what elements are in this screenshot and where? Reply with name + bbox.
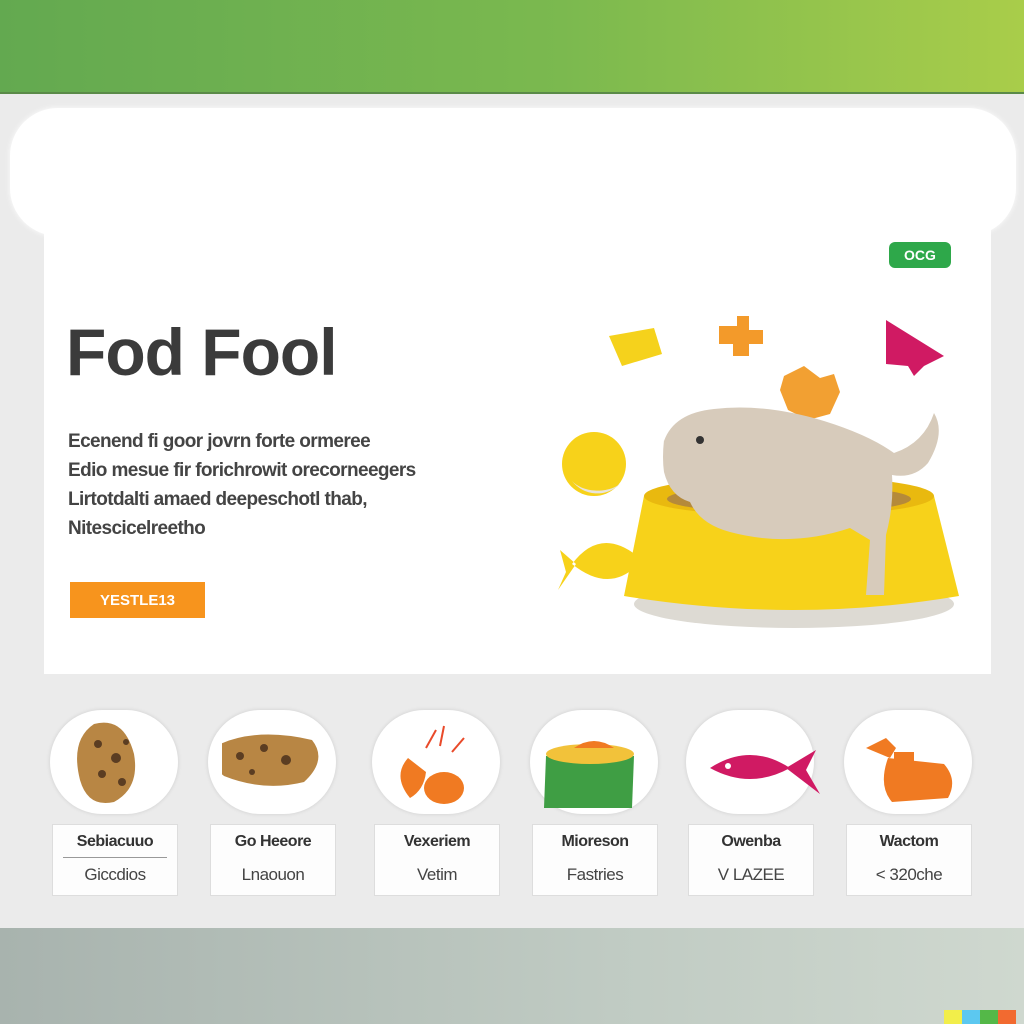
product-card[interactable]: Wactom < 320che	[844, 710, 994, 900]
product-price: Fastries	[566, 865, 624, 884]
ham-bit-icon	[886, 320, 944, 376]
product-card[interactable]: Mioreson Fastries	[530, 710, 680, 900]
product-card[interactable]: Vexeriem Vetim	[372, 710, 522, 900]
product-label: Go Heeore Lnaouon	[210, 824, 336, 896]
bowl-icon	[544, 741, 634, 808]
color-chip	[998, 1010, 1016, 1024]
color-chip	[962, 1010, 980, 1024]
color-chip	[980, 1010, 998, 1024]
product-name: Wactom	[879, 833, 939, 850]
product-price: V LAZEE	[717, 865, 785, 884]
product-label: Mioreson Fastries	[532, 824, 658, 896]
carrot-icon	[400, 725, 465, 804]
top-bar	[0, 0, 1024, 94]
footer-bar	[0, 928, 1024, 1024]
product-card[interactable]: Owenba V LAZEE	[686, 710, 836, 900]
product-plate	[372, 710, 500, 814]
product-price: Giccdios	[84, 865, 146, 884]
product-card[interactable]: Go Heeore Lnaouon	[208, 710, 358, 900]
product-plate	[686, 710, 820, 814]
hero-description-line: Ecenend fi goor jovrn forte ormeree	[68, 431, 371, 452]
product-card[interactable]: Sebiacuuo Giccdios	[50, 710, 200, 900]
product-price: Lnaouon	[241, 865, 305, 884]
hero-title: Fod Fool	[66, 315, 338, 389]
hero-badge[interactable]: OCG	[889, 242, 951, 268]
hero-description-line: Lirtotdalti amaed deepeschotl thab,	[68, 489, 367, 510]
product-price: < 320che	[875, 865, 943, 884]
product-plate	[208, 710, 336, 814]
cheese-bit-icon	[609, 328, 662, 366]
color-chip	[944, 1010, 962, 1024]
cookie-icon	[77, 722, 136, 804]
dog-eating-illustration	[558, 316, 959, 628]
product-plate	[530, 710, 658, 814]
cta-button[interactable]: YESTLE13	[70, 582, 205, 618]
product-plate	[50, 710, 178, 814]
hero-description-line: Nitescicelreetho	[68, 518, 206, 539]
kibble-bit-icon	[719, 316, 763, 356]
product-label: Wactom < 320che	[846, 824, 972, 896]
product-name: Vexeriem	[403, 833, 471, 850]
product-plate	[844, 710, 972, 814]
bone-icon	[866, 738, 953, 802]
product-row: Sebiacuuo Giccdios Go Heeore Lnaouon Vex…	[0, 700, 1024, 900]
divider	[63, 857, 167, 858]
bread-icon	[222, 734, 319, 786]
fish-icon	[710, 750, 820, 794]
product-name: Go Heeore	[234, 833, 312, 850]
product-label: Sebiacuuo Giccdios	[52, 824, 178, 896]
product-price: Vetim	[416, 865, 458, 884]
kibble-cluster-icon	[780, 366, 840, 420]
header-band	[10, 108, 1016, 236]
hero-section: OCG Fod Fool Ecenend fi goor jovrn forte…	[44, 226, 991, 674]
product-name: Mioreson	[561, 833, 629, 850]
product-label: Vexeriem Vetim	[374, 824, 500, 896]
product-name: Owenba	[721, 833, 781, 850]
hero-description: Ecenend fi goor jovrn forte ormeree Edio…	[68, 430, 428, 546]
hero-description-line: Edio mesue fir forichrowit orecorneegers	[68, 460, 416, 481]
product-label: Owenba V LAZEE	[688, 824, 814, 896]
product-name: Sebiacuuo	[76, 833, 154, 850]
